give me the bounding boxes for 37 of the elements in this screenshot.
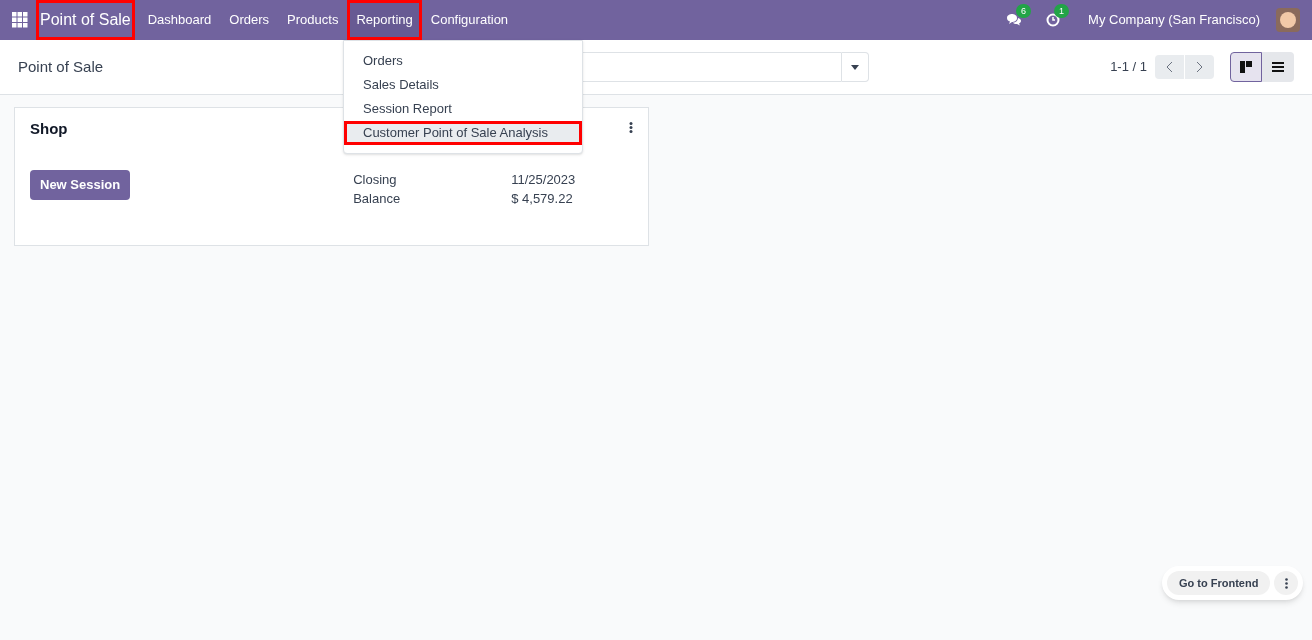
nav-menu-item[interactable]: Orders (220, 0, 279, 40)
nav-menu-item[interactable]: Configuration (421, 0, 518, 40)
card-title: Shop (30, 119, 68, 139)
apps-grid-icon[interactable] (12, 12, 28, 28)
clock-icon[interactable] (1046, 13, 1061, 27)
dropdown-item[interactable]: Session Report (344, 97, 582, 121)
kebab-menu-icon[interactable] (629, 122, 633, 133)
notification-badge: 6 (1016, 4, 1032, 18)
search-options-toggle[interactable] (842, 52, 869, 82)
nav-menu-item[interactable]: Dashboard (138, 0, 221, 40)
dropdown-item[interactable]: Sales Details (344, 73, 582, 97)
caret-icon (851, 64, 859, 70)
detail-label: Closing (353, 170, 398, 189)
pager-value: 1-1 / 1 (1110, 58, 1147, 77)
dropdown-item[interactable]: Orders (344, 49, 582, 73)
breadcrumb-title: Point of Sale (18, 56, 105, 77)
detail-value: $ 4,579.22 (511, 189, 574, 208)
view-switch-button[interactable] (1230, 52, 1262, 82)
chevron-left-icon (1166, 61, 1173, 73)
list-icon (1271, 61, 1285, 73)
chat-icon[interactable] (1006, 13, 1023, 27)
kanban-icon (1239, 60, 1253, 74)
app-name-link[interactable]: Point of Sale (36, 0, 135, 40)
nav-menu-item[interactable]: Products (278, 0, 348, 40)
detail-value: 11/25/2023 (511, 170, 576, 189)
notification-badge: 1 (1054, 4, 1070, 18)
chevron-right-icon (1196, 61, 1203, 73)
user-avatar[interactable] (1276, 8, 1300, 32)
dropdown-item[interactable]: Customer Point of Sale Analysis (344, 121, 582, 145)
kebab-icon (1284, 577, 1288, 589)
go-to-frontend-button[interactable]: Go to Frontend (1167, 571, 1271, 595)
new-session-button[interactable]: New Session (30, 169, 131, 200)
view-switch-button[interactable] (1262, 52, 1294, 82)
nav-menu-item[interactable]: Reporting (347, 0, 422, 40)
detail-label: Balance (353, 189, 402, 208)
company-name[interactable]: My Company (San Francisco) (1088, 10, 1260, 30)
more-options-button[interactable] (1274, 571, 1299, 595)
